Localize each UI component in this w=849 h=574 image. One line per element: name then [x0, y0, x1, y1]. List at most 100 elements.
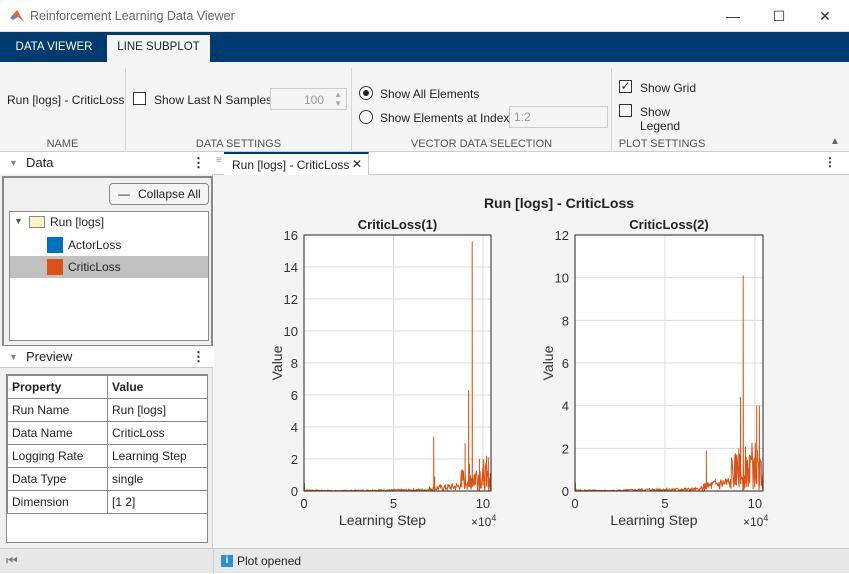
value-cell: single: [107, 467, 208, 491]
close-window-button[interactable]: ✕: [810, 6, 840, 26]
folder-icon: [29, 216, 45, 228]
table-row: Dimension [1 2]: [7, 490, 208, 514]
property-cell: Run Name: [7, 398, 108, 422]
y-tick-label: 12: [284, 292, 298, 307]
show-index-radio[interactable]: [359, 110, 373, 124]
color-swatch-icon: [47, 237, 63, 253]
header-property: Property: [7, 375, 108, 399]
show-index-label: Show Elements at Index: [380, 111, 510, 125]
tab-line-subplot[interactable]: LINE SUBPLOT: [107, 35, 210, 62]
x-exponent-label: ×104: [743, 513, 768, 529]
property-cell: Logging Rate: [7, 444, 108, 468]
title-bar: Reinforcement Learning Data Viewer — ☐ ✕: [0, 0, 849, 32]
tree-item-label: CriticLoss: [68, 260, 121, 274]
value-cell: CriticLoss: [107, 421, 208, 445]
first-page-icon[interactable]: ⏮: [6, 553, 18, 569]
data-settings-section: Show Last N Samples 100 ▲ ▼ DATA SETTINGS: [126, 68, 352, 152]
tree-item-label: ActorLoss: [68, 238, 122, 252]
header-value: Value: [107, 375, 208, 399]
status-text: Plot opened: [237, 554, 302, 568]
show-legend-checkbox[interactable]: [619, 104, 632, 117]
left-panel: ▼ Data ⋮ — Collapse All ▼ Run [logs] Act…: [0, 152, 213, 548]
toolstrip: Run [logs] - CriticLoss NAME Show Last N…: [0, 62, 849, 152]
y-tick-label: 4: [562, 399, 569, 414]
data-panel-header: ▼ Data ⋮: [0, 152, 213, 174]
data-tree: ▼ Run [logs] ActorLoss CriticLoss: [9, 211, 209, 341]
index-input[interactable]: 1:2: [509, 106, 608, 128]
tree-root-run[interactable]: Run [logs]: [50, 215, 104, 229]
close-tab-icon[interactable]: ✕: [352, 157, 362, 171]
preview-table: Property Value Run Name Run [logs] Data Na…: [7, 375, 208, 514]
matlab-logo-icon: [10, 10, 24, 22]
data-panel-menu-icon[interactable]: ⋮: [192, 152, 205, 174]
tab-data-viewer[interactable]: DATA VIEWER: [8, 32, 100, 62]
x-tick-label: 5: [661, 496, 668, 511]
plot-settings-section: ✓ Show Grid Show Legend PLOT SETTINGS: [612, 68, 712, 152]
show-all-radio[interactable]: [359, 86, 373, 100]
y-tick-label: 0: [291, 484, 298, 499]
y-tick-label: 8: [562, 313, 569, 328]
y-axis-label: Value: [269, 345, 285, 380]
color-swatch-icon: [47, 259, 63, 275]
show-last-n-checkbox[interactable]: [133, 92, 146, 105]
show-last-n-label: Show Last N Samples: [154, 93, 273, 107]
axes-title: CriticLoss(2): [629, 217, 708, 232]
y-tick-label: 6: [562, 356, 569, 371]
x-tick-label: 0: [571, 496, 578, 511]
y-tick-label: 0: [562, 484, 569, 499]
vector-selection-section: Show All Elements Show Elements at Index…: [352, 68, 612, 152]
value-cell: [1 2]: [107, 490, 208, 514]
collapse-ribbon-icon[interactable]: ▲: [830, 136, 840, 147]
collapse-triangle-icon[interactable]: ▼: [9, 152, 18, 174]
axes-title: CriticLoss(1): [358, 217, 437, 232]
y-tick-label: 4: [291, 420, 298, 435]
preview-panel-menu-icon[interactable]: ⋮: [192, 346, 205, 368]
value-cell: Learning Step: [107, 444, 208, 468]
doc-menu-icon[interactable]: ⋮: [824, 155, 836, 169]
show-grid-checkbox[interactable]: ✓: [619, 80, 632, 93]
tab-run-logs-criticloss[interactable]: Run [logs] - CriticLoss ✕: [224, 152, 369, 175]
x-exponent-label: ×104: [471, 513, 496, 529]
show-all-label: Show All Elements: [380, 87, 480, 101]
maximize-button[interactable]: ☐: [764, 6, 794, 26]
drag-handle-icon[interactable]: ≡: [216, 155, 222, 166]
spinner-arrows-icon[interactable]: ▲ ▼: [334, 90, 342, 108]
minimize-button[interactable]: —: [718, 6, 748, 26]
collapse-all-button[interactable]: — Collapse All: [109, 183, 209, 205]
table-row: Data Type single: [7, 467, 208, 491]
y-tick-label: 2: [291, 452, 298, 467]
x-tick-label: 0: [300, 496, 307, 511]
x-tick-label: 10: [476, 496, 490, 511]
collapse-all-label: Collapse All: [138, 187, 201, 201]
show-grid-label: Show Grid: [640, 81, 697, 95]
n-samples-value: 100: [303, 93, 324, 107]
collapse-icon: —: [118, 187, 130, 201]
y-tick-label: 12: [555, 228, 569, 243]
expand-triangle-icon[interactable]: ▼: [14, 216, 23, 226]
show-legend-label: Show Legend: [640, 105, 681, 133]
y-tick-label: 10: [555, 271, 569, 286]
preview-table-container: Property Value Run Name Run [logs] Data Na…: [6, 374, 208, 543]
n-samples-spinner[interactable]: 100 ▲ ▼: [270, 88, 347, 110]
value-cell: Run [logs]: [107, 398, 208, 422]
y-tick-label: 16: [284, 228, 298, 243]
section-label-name: NAME: [46, 138, 79, 150]
property-cell: Dimension: [7, 490, 108, 514]
x-tick-label: 10: [748, 496, 762, 511]
chart-svg: Run [logs] - CriticLoss 0 2 4 6 8 10 12 14 16 0 5 1…: [269, 195, 768, 529]
section-label-vector: VECTOR DATA SELECTION: [410, 138, 553, 150]
doc-tab-label: Run [logs] - CriticLoss: [232, 158, 350, 172]
x-tick-label: 5: [390, 496, 397, 511]
y-axis-label: Value: [540, 345, 556, 380]
y-tick-label: 2: [562, 441, 569, 456]
document-tab-bar: ≡ Run [logs] - CriticLoss ✕ ⋮: [214, 152, 849, 175]
tree-item-actorloss[interactable]: ActorLoss: [10, 234, 208, 256]
ribbon-tabs: DATA VIEWER LINE SUBPLOT: [0, 32, 849, 62]
table-row: Logging Rate Learning Step: [7, 444, 208, 468]
window-title: Reinforcement Learning Data Viewer: [30, 9, 235, 23]
y-tick-label: 10: [284, 324, 298, 339]
tree-item-criticloss[interactable]: CriticLoss: [10, 256, 208, 278]
preview-panel-header: ▼ Preview ⋮: [0, 346, 213, 368]
collapse-triangle-icon[interactable]: ▼: [9, 346, 18, 368]
plot-name: Run [logs] - CriticLoss: [7, 93, 125, 107]
